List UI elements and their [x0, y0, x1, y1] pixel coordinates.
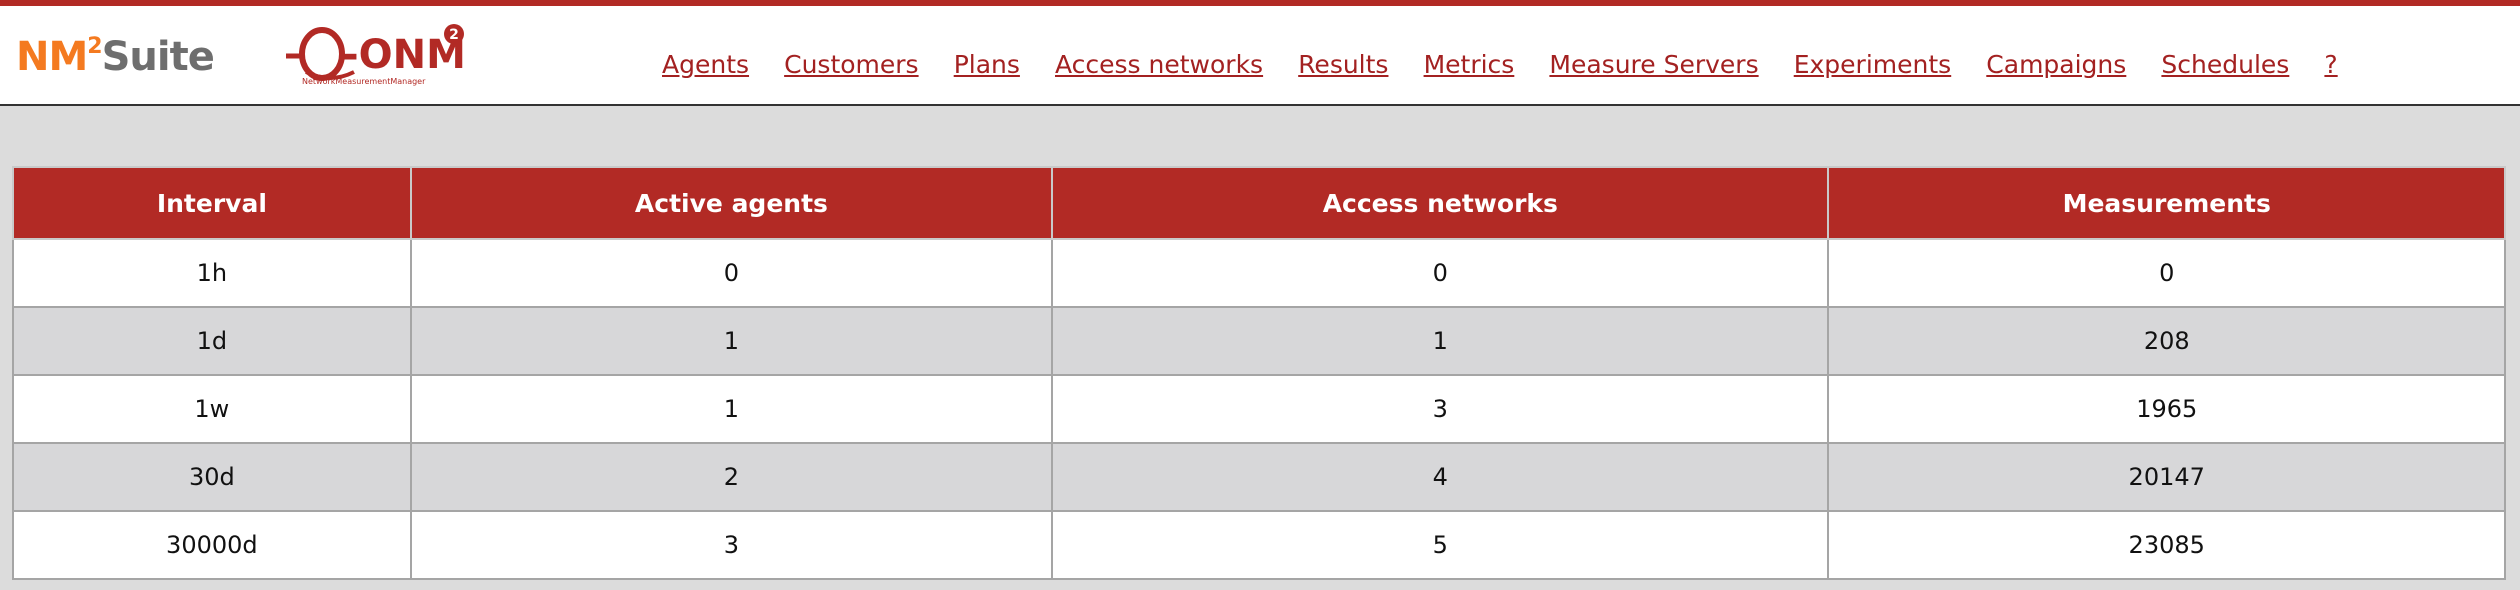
nav-agents[interactable]: Agents — [662, 50, 749, 79]
onm2-logo: -ONM 2 NetworkMeasurementManager — [286, 24, 466, 86]
nav-access-networks[interactable]: Access networks — [1055, 50, 1263, 79]
cell-active-agents: 1 — [409, 306, 1054, 376]
header-active-agents: Active agents — [409, 166, 1054, 240]
cell-interval: 1h — [12, 238, 412, 308]
nav-campaigns[interactable]: Campaigns — [1986, 50, 2126, 79]
table-row: 1d 1 1 208 — [12, 306, 2506, 376]
cell-measurements: 20147 — [1827, 442, 2506, 512]
nm2suite-logo: NM2Suite — [16, 34, 215, 80]
header-measurements: Measurements — [1827, 166, 2506, 240]
cell-measurements: 208 — [1827, 306, 2506, 376]
cell-active-agents: 2 — [409, 442, 1054, 512]
cell-active-agents: 3 — [409, 510, 1054, 580]
brand-nm: NM — [16, 34, 88, 80]
stats-table: Interval Active agents Access networks M… — [12, 166, 2506, 580]
header-interval: Interval — [12, 166, 412, 240]
nav-schedules[interactable]: Schedules — [2161, 50, 2289, 79]
table-header-row: Interval Active agents Access networks M… — [12, 166, 2506, 240]
cell-access-networks: 0 — [1051, 238, 1830, 308]
cell-interval: 30d — [12, 442, 412, 512]
cell-measurements: 23085 — [1827, 510, 2506, 580]
header-access-networks: Access networks — [1051, 166, 1830, 240]
cell-interval: 1w — [12, 374, 412, 444]
table-row: 30000d 3 5 23085 — [12, 510, 2506, 580]
table-row: 30d 2 4 20147 — [12, 442, 2506, 512]
cell-measurements: 0 — [1827, 238, 2506, 308]
nav-plans[interactable]: Plans — [954, 50, 1020, 79]
cell-active-agents: 0 — [409, 238, 1054, 308]
cell-interval: 1d — [12, 306, 412, 376]
logo-sup-text: 2 — [449, 27, 459, 43]
nav-customers[interactable]: Customers — [784, 50, 918, 79]
cell-interval: 30000d — [12, 510, 412, 580]
nav-experiments[interactable]: Experiments — [1794, 50, 1951, 79]
brand-suite: Suite — [101, 34, 215, 80]
cell-access-networks: 1 — [1051, 306, 1830, 376]
brand-sup: 2 — [87, 34, 102, 59]
table-row: 1h 0 0 0 — [12, 238, 2506, 308]
cell-access-networks: 3 — [1051, 374, 1830, 444]
cell-measurements: 1965 — [1827, 374, 2506, 444]
nav-measure-servers[interactable]: Measure Servers — [1549, 50, 1758, 79]
main-nav: Agents Customers Plans Access networks R… — [662, 50, 2368, 79]
nav-results[interactable]: Results — [1298, 50, 1388, 79]
cell-active-agents: 1 — [409, 374, 1054, 444]
nav-metrics[interactable]: Metrics — [1424, 50, 1515, 79]
nav-help[interactable]: ? — [2324, 50, 2337, 79]
logo-tagline: NetworkMeasurementManager — [302, 77, 426, 86]
table-row: 1w 1 3 1965 — [12, 374, 2506, 444]
header: NM2Suite -ONM 2 NetworkMeasurementManage… — [0, 6, 2520, 106]
cell-access-networks: 4 — [1051, 442, 1830, 512]
cell-access-networks: 5 — [1051, 510, 1830, 580]
